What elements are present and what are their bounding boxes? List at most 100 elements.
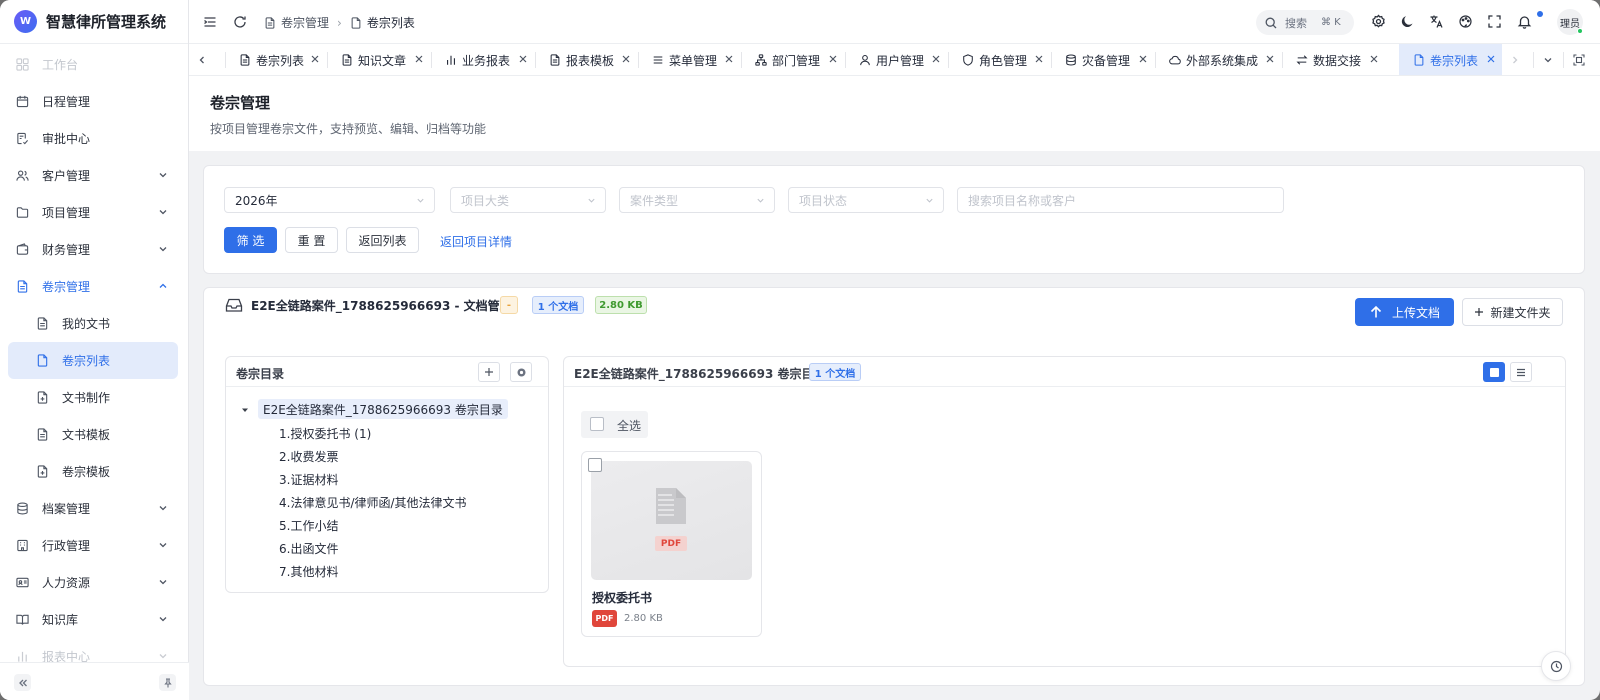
- sidebar-item-hr[interactable]: 人力资源: [0, 564, 188, 601]
- close-icon[interactable]: [311, 55, 319, 63]
- user-name: 理员: [1560, 18, 1580, 30]
- tab-user-management[interactable]: 用户管理: [845, 44, 948, 75]
- sidebar-item-finance[interactable]: 财务管理: [0, 231, 188, 268]
- sidebar-item-administration[interactable]: 行政管理: [0, 527, 188, 564]
- pin-sidebar-button[interactable]: [159, 674, 176, 691]
- chevron-down-icon: [926, 198, 933, 203]
- close-icon[interactable]: [725, 55, 733, 63]
- tree-node[interactable]: 1.授权委托书 (1): [279, 425, 371, 442]
- filter-button[interactable]: 筛 选: [224, 227, 277, 253]
- sidebar-item-archives[interactable]: 档案管理: [0, 490, 188, 527]
- close-icon[interactable]: [1370, 55, 1378, 63]
- fullscreen-icon[interactable]: [1487, 14, 1502, 29]
- sidebar-item-dashboard[interactable]: 工作台: [0, 46, 188, 83]
- tab-dossier-list[interactable]: 卷宗列表: [225, 44, 327, 75]
- case-type-select[interactable]: 案件类型: [619, 187, 775, 213]
- tab-knowledge-articles[interactable]: 知识文章: [327, 44, 431, 75]
- bell-icon[interactable]: [1517, 14, 1532, 29]
- breadcrumb-item[interactable]: 卷宗管理: [281, 14, 329, 31]
- sidebar-item-dossier-templates[interactable]: 卷宗模板: [0, 453, 188, 490]
- back-to-project-detail-link[interactable]: 返回项目详情: [440, 233, 512, 250]
- tab-menu-management[interactable]: 菜单管理: [638, 44, 741, 75]
- settings-icon[interactable]: [1371, 14, 1386, 29]
- translate-icon[interactable]: [1429, 14, 1444, 29]
- tab-scroll-left-button[interactable]: [189, 44, 215, 75]
- file-text-icon: [17, 280, 28, 293]
- tree-node[interactable]: 6.出函文件: [279, 540, 338, 557]
- close-icon[interactable]: [1487, 55, 1495, 63]
- tab-list-dropdown-button[interactable]: [1535, 44, 1561, 75]
- back-to-list-button[interactable]: 返回列表: [346, 227, 419, 253]
- close-icon[interactable]: [415, 55, 423, 63]
- close-icon[interactable]: [829, 55, 837, 63]
- chevron-down-icon: [159, 580, 167, 585]
- tree-settings-button[interactable]: [510, 362, 532, 382]
- add-folder-button[interactable]: [478, 362, 500, 382]
- tab-department-management[interactable]: 部门管理: [741, 44, 845, 75]
- upload-document-button[interactable]: 上传文档: [1355, 298, 1454, 326]
- sidebar-item-approval[interactable]: 审批中心: [0, 120, 188, 157]
- sidebar-item-schedule[interactable]: 日程管理: [0, 83, 188, 120]
- tab-report-templates[interactable]: 报表模板: [535, 44, 638, 75]
- pin-icon: [163, 677, 172, 687]
- file-plus-icon: [37, 465, 48, 478]
- close-icon[interactable]: [1139, 55, 1147, 63]
- app-logo-area[interactable]: W 智慧律所管理系统: [0, 0, 188, 44]
- grid-view-button[interactable]: [1483, 362, 1505, 382]
- tree-node[interactable]: 7.其他材料: [279, 563, 338, 580]
- reset-button[interactable]: 重 置: [285, 227, 338, 253]
- close-icon[interactable]: [1035, 55, 1043, 63]
- refresh-icon[interactable]: [233, 15, 247, 29]
- file-text-icon: [37, 428, 48, 441]
- tab-dossier-list-active[interactable]: 卷宗列表: [1399, 44, 1503, 75]
- file-select-checkbox[interactable]: [588, 458, 602, 472]
- file-thumbnail: PDF: [591, 461, 752, 580]
- list-view-button[interactable]: [1510, 362, 1532, 382]
- close-icon[interactable]: [622, 55, 630, 63]
- swap-icon: [1296, 55, 1308, 65]
- close-icon[interactable]: [519, 55, 527, 63]
- project-status-placeholder: 项目状态: [799, 193, 848, 208]
- moon-icon[interactable]: [1400, 14, 1415, 29]
- menu-toggle-icon[interactable]: [203, 15, 217, 29]
- global-search[interactable]: 搜索 ⌘ K: [1256, 10, 1354, 35]
- close-icon[interactable]: [932, 55, 940, 63]
- theme-palette-icon[interactable]: [1458, 14, 1473, 29]
- tab-scroll-right-button[interactable]: [1502, 44, 1528, 75]
- project-search-input[interactable]: 搜索项目名称或客户: [957, 187, 1284, 213]
- sidebar-item-dossier-list[interactable]: 卷宗列表: [8, 342, 178, 379]
- building-icon: [17, 539, 28, 552]
- tab-maximize-button[interactable]: [1566, 44, 1592, 75]
- tree-node[interactable]: 3.证据材料: [279, 471, 338, 488]
- history-float-button[interactable]: [1541, 651, 1571, 681]
- file-card[interactable]: PDF 授权委托书 PDF 2.80 KB: [581, 451, 762, 637]
- tab-external-integration[interactable]: 外部系统集成: [1155, 44, 1282, 75]
- sidebar-item-dossier[interactable]: 卷宗管理: [0, 268, 188, 305]
- sidebar-item-projects[interactable]: 项目管理: [0, 194, 188, 231]
- sidebar-item-knowledge[interactable]: 知识库: [0, 601, 188, 638]
- project-category-select[interactable]: 项目大类: [450, 187, 606, 213]
- tree-node[interactable]: 2.收费发票: [279, 448, 338, 465]
- tree-root-node[interactable]: E2E全链路案件_1788625966693 卷宗目录: [258, 399, 508, 419]
- tab-business-reports[interactable]: 业务报表: [431, 44, 535, 75]
- select-all-checkbox[interactable]: [590, 417, 604, 431]
- year-select[interactable]: 2026年: [224, 187, 435, 213]
- collapse-sidebar-button[interactable]: [14, 674, 31, 691]
- tab-label: 用户管理: [876, 53, 925, 68]
- new-folder-button[interactable]: 新建文件夹: [1462, 298, 1563, 326]
- tab-role-management[interactable]: 角色管理: [948, 44, 1051, 75]
- tree-node[interactable]: 4.法律意见书/律师函/其他法律文书: [279, 494, 467, 511]
- tab-disaster-recovery[interactable]: 灾备管理: [1051, 44, 1155, 75]
- sidebar-item-clients[interactable]: 客户管理: [0, 157, 188, 194]
- sidebar-item-document-templates[interactable]: 文书模板: [0, 416, 188, 453]
- files-panel-header: E2E全链路案件_1788625966693 卷宗目录 1 个文档: [564, 357, 1565, 387]
- project-status-select[interactable]: 项目状态: [788, 187, 944, 213]
- caret-down-icon[interactable]: [241, 406, 249, 414]
- sidebar-item-label: 工作台: [42, 58, 79, 72]
- close-icon[interactable]: [1266, 55, 1274, 63]
- tab-data-handover[interactable]: 数据交接: [1282, 44, 1386, 75]
- sidebar-item-my-documents[interactable]: 我的文书: [0, 305, 188, 342]
- sidebar-item-document-drafting[interactable]: 文书制作: [0, 379, 188, 416]
- user-avatar[interactable]: 理员: [1557, 9, 1583, 35]
- tree-node[interactable]: 5.工作小结: [279, 517, 338, 534]
